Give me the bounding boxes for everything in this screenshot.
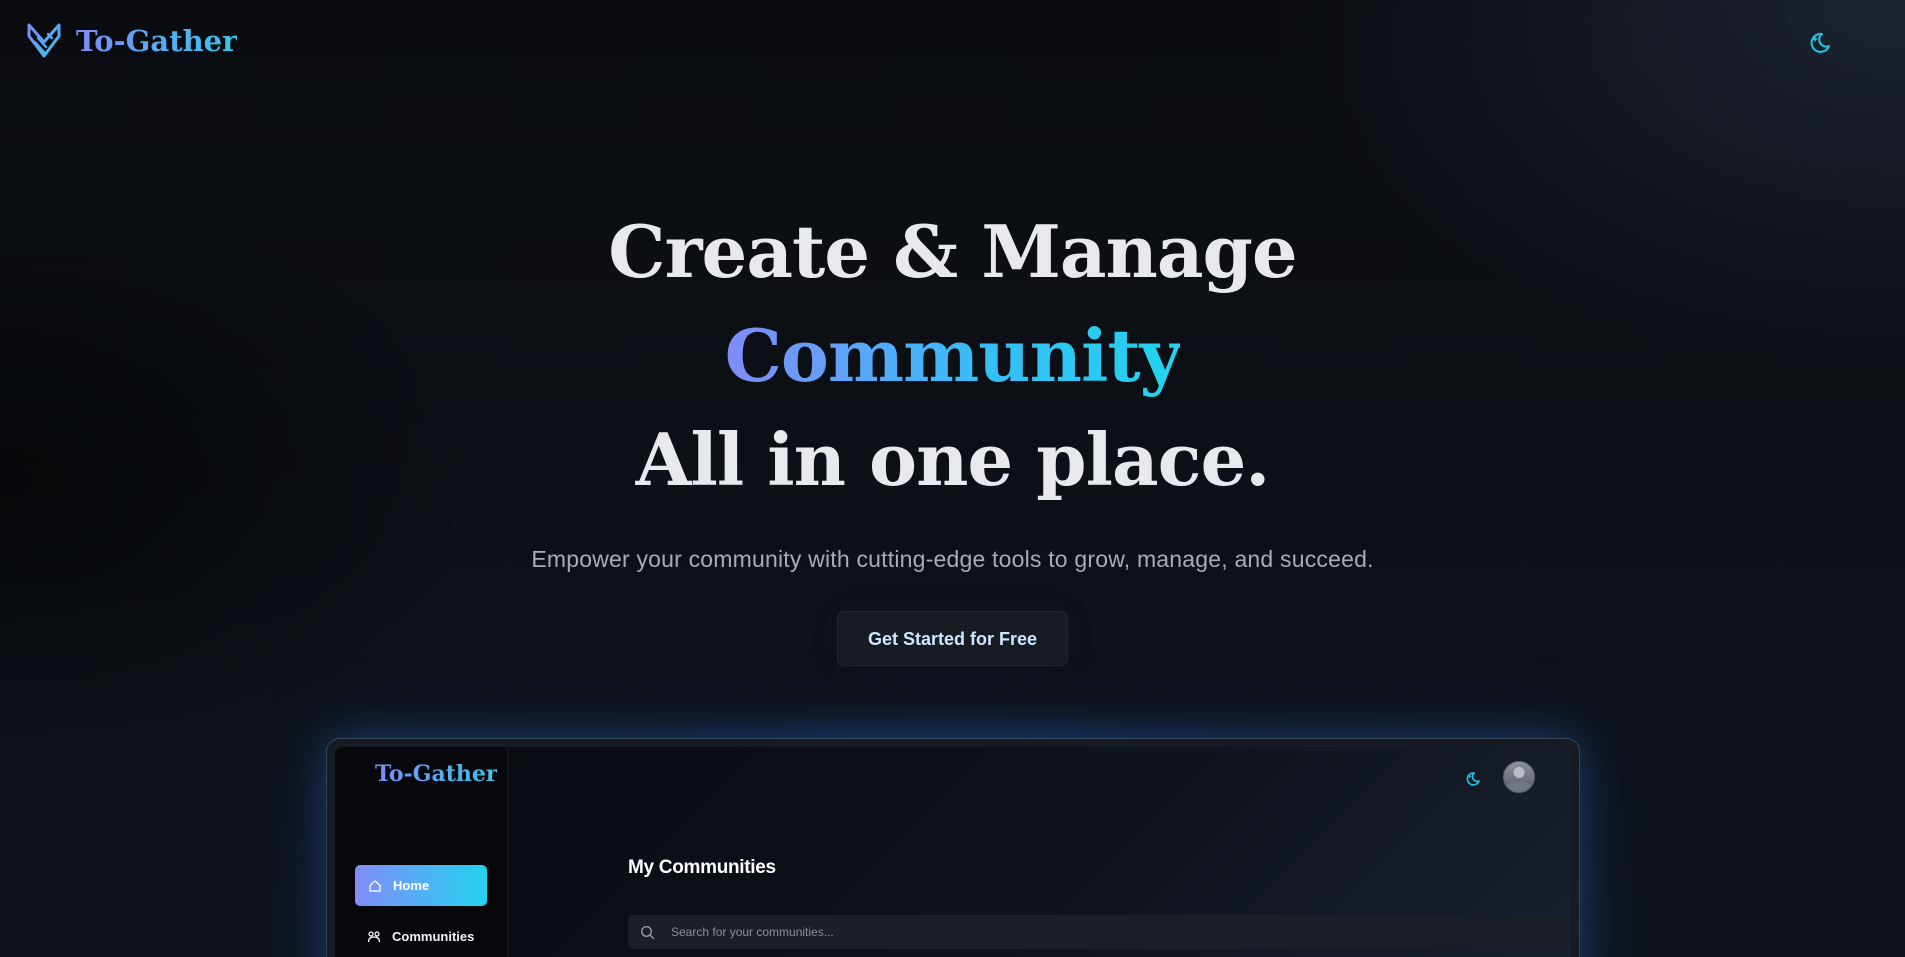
sidebar-item-label: Home [393, 878, 430, 893]
preview-brand-name: To-Gather [375, 761, 498, 787]
hero-section: Create & Manage Community All in one pla… [0, 200, 1905, 666]
to-gather-logo-icon [27, 23, 61, 58]
communities-icon [367, 930, 381, 942]
cta-wrapper: Get Started for Free [0, 611, 1905, 666]
brand-name: To-Gather [76, 24, 238, 58]
preview-theme-toggle-button[interactable] [1465, 771, 1481, 787]
moon-icon [1810, 32, 1830, 53]
sidebar-item-communities[interactable]: Communities [367, 929, 474, 944]
home-icon [369, 879, 381, 892]
moon-icon [1466, 772, 1480, 786]
get-started-button[interactable]: Get Started for Free [836, 611, 1069, 666]
hero-subtitle: Empower your community with cutting-edge… [531, 546, 1374, 572]
hero-headline-highlight: Community [725, 304, 1182, 408]
nav-logo[interactable]: To-Gather [26, 22, 237, 60]
hero-headline-line-3: All in one place. [635, 417, 1271, 502]
app-preview-screen: To-Gather Home Communities My Communitie… [335, 747, 1571, 957]
app-preview-frame: To-Gather Home Communities My Communitie… [326, 738, 1580, 957]
search-input[interactable] [669, 924, 1473, 940]
preview-sidebar: To-Gather Home Communities [335, 747, 508, 957]
community-search-bar[interactable] [628, 915, 1571, 949]
landing-page: To-Gather Create & Manage Community All … [0, 0, 1905, 957]
theme-toggle-button[interactable] [1808, 31, 1832, 55]
user-avatar[interactable] [1503, 761, 1535, 793]
hero-headline-line-1: Create & Manage [608, 209, 1297, 294]
search-icon [641, 925, 655, 939]
sidebar-item-home[interactable]: Home [355, 865, 487, 906]
sidebar-item-label: Communities [392, 929, 475, 944]
page-title: My Communities [628, 857, 776, 878]
